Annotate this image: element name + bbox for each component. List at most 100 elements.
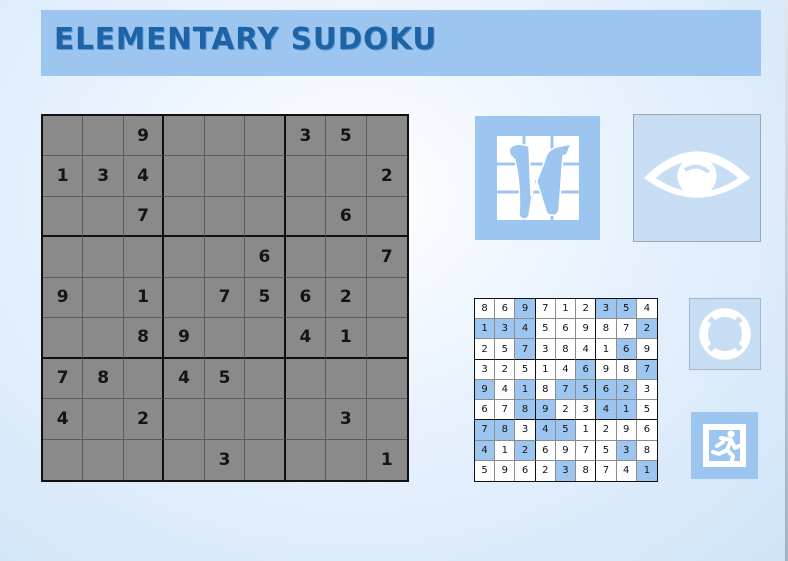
board-cell[interactable] xyxy=(366,318,407,359)
board-cell[interactable] xyxy=(164,439,205,480)
new-game-button[interactable] xyxy=(475,116,600,240)
board-cell[interactable] xyxy=(285,237,327,278)
solution-cell: 8 xyxy=(616,359,637,380)
solution-cell: 1 xyxy=(576,420,597,441)
board-cell[interactable] xyxy=(43,237,84,278)
board-cell[interactable]: 2 xyxy=(366,156,407,197)
solution-cell: 6 xyxy=(555,319,577,340)
board-cell[interactable]: 8 xyxy=(123,318,165,359)
board-cell[interactable] xyxy=(326,439,367,480)
board-cell[interactable]: 6 xyxy=(326,196,367,238)
board-cell[interactable] xyxy=(204,116,246,157)
solution-cell: 2 xyxy=(475,339,496,360)
solution-cell: 9 xyxy=(616,420,637,441)
solution-cell: 3 xyxy=(515,420,536,441)
solution-cell: 1 xyxy=(616,400,637,421)
board-cell[interactable] xyxy=(204,399,246,440)
board-cell[interactable] xyxy=(123,439,165,480)
board-cell[interactable] xyxy=(245,439,286,480)
board-cell[interactable] xyxy=(43,318,84,359)
solution-cell: 7 xyxy=(535,299,556,320)
board-cell[interactable] xyxy=(366,277,407,319)
board-cell[interactable] xyxy=(43,196,84,238)
board-cell[interactable]: 7 xyxy=(204,277,246,319)
board-cell[interactable] xyxy=(204,237,246,278)
board-cell[interactable]: 1 xyxy=(326,318,367,359)
board-cell[interactable]: 1 xyxy=(43,156,84,197)
board-cell[interactable] xyxy=(123,237,165,278)
board-cell[interactable] xyxy=(285,196,327,238)
board-cell[interactable]: 5 xyxy=(326,116,367,157)
board-cell[interactable]: 7 xyxy=(43,358,84,400)
board-cell[interactable]: 6 xyxy=(245,237,286,278)
board-cell[interactable]: 4 xyxy=(43,399,84,440)
exit-button[interactable] xyxy=(691,412,758,479)
board-cell[interactable] xyxy=(245,358,286,400)
solution-cell: 6 xyxy=(616,339,637,360)
board-cell[interactable] xyxy=(83,196,124,238)
board-cell[interactable]: 2 xyxy=(123,399,165,440)
board-cell[interactable] xyxy=(204,156,246,197)
board-cell[interactable] xyxy=(285,439,327,480)
solution-cell: 5 xyxy=(515,359,536,380)
solution-cell: 2 xyxy=(555,400,577,421)
board-cell[interactable]: 7 xyxy=(123,196,165,238)
board-cell[interactable] xyxy=(83,237,124,278)
solution-cell: 4 xyxy=(555,359,577,380)
board-cell[interactable] xyxy=(204,318,246,359)
board-cell[interactable] xyxy=(245,196,286,238)
board-cell[interactable]: 3 xyxy=(326,399,367,440)
board-cell[interactable]: 5 xyxy=(204,358,246,400)
board-cell[interactable]: 6 xyxy=(285,277,327,319)
solution-cell: 8 xyxy=(636,440,657,461)
hint-button[interactable] xyxy=(689,298,761,370)
board-cell[interactable]: 4 xyxy=(123,156,165,197)
board-cell[interactable] xyxy=(164,156,205,197)
board-cell[interactable] xyxy=(285,358,327,400)
board-cell[interactable] xyxy=(245,156,286,197)
board-cell[interactable] xyxy=(83,277,124,319)
board-cell[interactable] xyxy=(83,399,124,440)
board-cell[interactable] xyxy=(204,196,246,238)
board-cell[interactable] xyxy=(164,399,205,440)
board-cell[interactable]: 8 xyxy=(83,358,124,400)
board-cell[interactable] xyxy=(83,318,124,359)
board-cell[interactable] xyxy=(326,358,367,400)
board-cell[interactable] xyxy=(285,399,327,440)
board-cell[interactable]: 1 xyxy=(366,439,407,480)
board-cell[interactable]: 3 xyxy=(285,116,327,157)
board-cell[interactable]: 1 xyxy=(123,277,165,319)
board-cell[interactable]: 9 xyxy=(43,277,84,319)
reveal-solution-button[interactable] xyxy=(633,114,761,242)
board-cell[interactable]: 7 xyxy=(366,237,407,278)
board-cell[interactable] xyxy=(245,318,286,359)
board-cell[interactable]: 4 xyxy=(164,358,205,400)
board-cell[interactable]: 4 xyxy=(285,318,327,359)
board-cell[interactable] xyxy=(123,358,165,400)
board-cell[interactable]: 9 xyxy=(164,318,205,359)
solution-cell: 7 xyxy=(475,420,496,441)
board-cell[interactable]: 5 xyxy=(245,277,286,319)
board-cell[interactable] xyxy=(43,439,84,480)
board-cell[interactable] xyxy=(83,439,124,480)
board-cell[interactable] xyxy=(164,116,205,157)
board-cell[interactable] xyxy=(43,116,84,157)
board-cell[interactable] xyxy=(366,399,407,440)
board-cell[interactable]: 2 xyxy=(326,277,367,319)
board-cell[interactable]: 3 xyxy=(83,156,124,197)
board-cell[interactable] xyxy=(326,156,367,197)
board-cell[interactable] xyxy=(366,196,407,238)
board-cell[interactable] xyxy=(164,237,205,278)
board-cell[interactable] xyxy=(164,196,205,238)
solution-cell: 8 xyxy=(475,299,496,320)
board-cell[interactable] xyxy=(245,399,286,440)
board-cell[interactable] xyxy=(366,116,407,157)
board-cell[interactable]: 3 xyxy=(204,439,246,480)
board-cell[interactable] xyxy=(366,358,407,400)
board-cell[interactable] xyxy=(164,277,205,319)
board-cell[interactable] xyxy=(83,116,124,157)
board-cell[interactable]: 9 xyxy=(123,116,165,157)
board-cell[interactable] xyxy=(285,156,327,197)
board-cell[interactable] xyxy=(326,237,367,278)
board-cell[interactable] xyxy=(245,116,286,157)
